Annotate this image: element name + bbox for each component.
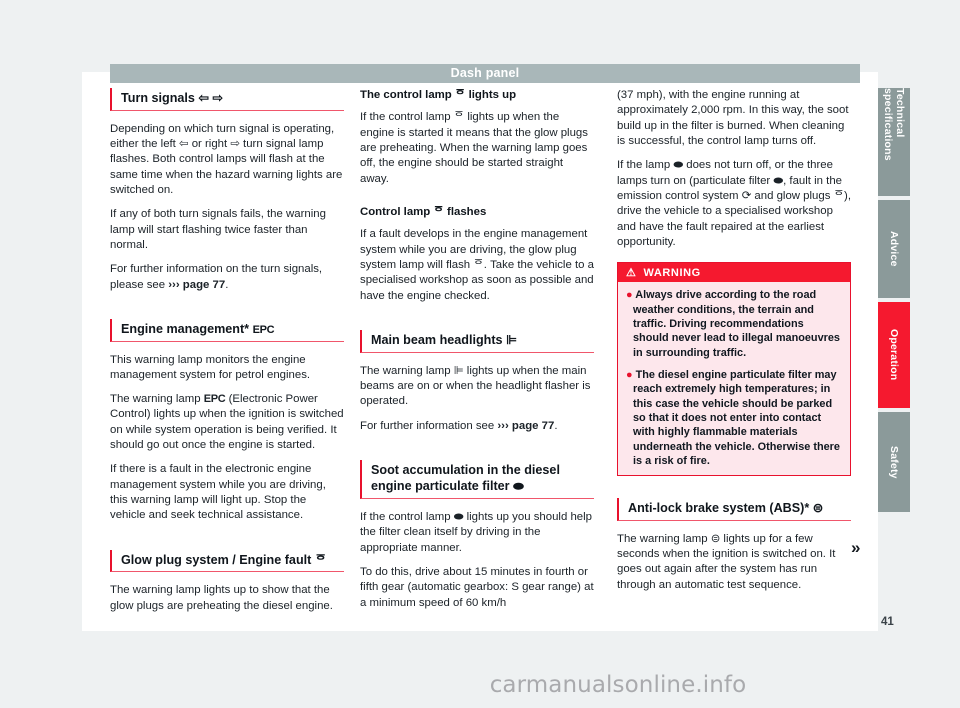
side-tab-operation[interactable]: Operation xyxy=(878,302,910,408)
paragraph: Depending on which turn signal is operat… xyxy=(110,122,343,196)
heading-text: Soot accumulation in the diesel engine p… xyxy=(371,462,560,494)
epc-badge-icon: EPC xyxy=(203,393,226,406)
paragraph-page-reference: For further information on the turn sign… xyxy=(110,263,323,291)
content-column-3: (37 mph), with the engine running at app… xyxy=(617,88,851,593)
warning-bullet-text: The diesel engine particulate filter may… xyxy=(633,368,840,467)
page-reference-link[interactable]: ››› page 77 xyxy=(168,279,225,291)
warning-box-body: ● Always drive according to the road wea… xyxy=(618,282,850,475)
heading-text: Glow plug system / Engine fault xyxy=(121,552,312,567)
section-heading-main-beam-headlights: Main beam headlights ⊫ xyxy=(360,329,594,353)
warning-bullet-text: Always drive according to the road weath… xyxy=(633,289,840,359)
continuation-chevron-icon: » xyxy=(851,538,861,557)
heading-text: Engine management* xyxy=(121,321,250,336)
watermark-text: carmanualsonline.info xyxy=(489,672,747,698)
section-heading-soot-accumulation: Soot accumulation in the diesel engine p… xyxy=(360,459,594,500)
paragraph: If a fault develops in the engine manage… xyxy=(360,228,594,302)
section-heading-engine-management: Engine management* EPC xyxy=(110,318,344,342)
warning-box: ⚠ WARNING ● Always drive according to th… xyxy=(617,262,851,477)
content-column-2: The control lamp ᅙ lights up If the cont… xyxy=(360,88,594,611)
paragraph: To do this, drive about 15 minutes in fo… xyxy=(360,566,594,609)
site-watermark: carmanualsonline.info xyxy=(0,672,960,698)
side-tab-safety[interactable]: Safety xyxy=(878,412,910,512)
warning-label: WARNING xyxy=(643,266,701,279)
section-heading-turn-signals: Turn signals ⇦ ⇨ xyxy=(110,88,344,111)
bullet-icon: ● xyxy=(626,289,633,302)
warning-triangle-icon: ⚠ xyxy=(626,267,637,280)
paragraph-page-reference: For further information see ››› page 77. xyxy=(360,419,558,432)
particulate-filter-icon: ⬬ xyxy=(513,479,524,494)
paragraph: The warning lamp ⊜ lights up for a few s… xyxy=(617,532,836,591)
side-tab-label: Safety xyxy=(888,445,900,479)
heading-text: Turn signals xyxy=(121,91,195,105)
section-heading-glow-plug-system: Glow plug system / Engine fault ᅙ xyxy=(110,549,344,573)
page-reference-link[interactable]: ››› page 77 xyxy=(497,420,554,432)
paragraph: If the lamp ⬬ does not turn off, or the … xyxy=(617,159,852,248)
side-tab-advice[interactable]: Advice xyxy=(878,200,910,298)
subheading-control-lamp-lights-up: The control lamp ᅙ lights up xyxy=(360,89,517,101)
paragraph: The warning lamp ⊫ lights up when the ma… xyxy=(360,364,591,408)
side-tab-technical-specifications[interactable]: Technical specifications xyxy=(878,88,910,196)
paragraph: If there is a fault in the electronic en… xyxy=(110,463,326,522)
abs-icon: ⊜ xyxy=(812,501,824,516)
epc-badge-icon: EPC xyxy=(252,323,275,336)
heading-text: Main beam headlights xyxy=(371,332,503,347)
main-beam-icon: ⊫ xyxy=(506,332,518,347)
paragraph: If any of both turn signals fails, the w… xyxy=(110,208,326,251)
warning-box-title-bar: ⚠ WARNING xyxy=(618,263,850,283)
running-head-title: Dash panel xyxy=(110,64,860,83)
bullet-icon: ● xyxy=(626,368,633,381)
side-tab-navigation: Technical specifications Advice Operation S… xyxy=(878,88,910,516)
content-column-1: Turn signals ⇦ ⇨ Depending on which turn… xyxy=(110,88,344,614)
paragraph: This warning lamp monitors the engine ma… xyxy=(110,353,311,381)
warning-bullet-item: ● Always drive according to the road wea… xyxy=(626,288,842,360)
side-tab-label: Advice xyxy=(888,231,900,267)
side-tab-label: Technical specifications xyxy=(882,88,906,161)
paragraph: The warning lamp lights up to show that … xyxy=(110,584,333,612)
subheading-control-lamp-flashes: Control lamp ᅙ flashes xyxy=(360,205,487,218)
glow-plug-icon: ᅙ xyxy=(314,552,327,567)
section-heading-anti-lock-brake-system: Anti-lock brake system (ABS)* ⊜ xyxy=(617,498,851,521)
side-tab-label: Operation xyxy=(888,329,900,381)
warning-bullet-item: ● The diesel engine particulate filter m… xyxy=(626,368,842,468)
paragraph: If the control lamp ⬬ lights up you shou… xyxy=(360,511,592,554)
paragraph: The warning lamp EPC (Electronic Power C… xyxy=(110,393,344,452)
turn-signal-arrows-icon: ⇦ ⇨ xyxy=(198,91,224,105)
page-number: 41 xyxy=(881,616,894,628)
paragraph: If the control lamp ᅙ lights up when the… xyxy=(360,111,588,185)
heading-text: Anti-lock brake system (ABS)* xyxy=(628,501,810,516)
paragraph: (37 mph), with the engine running at app… xyxy=(617,89,849,147)
